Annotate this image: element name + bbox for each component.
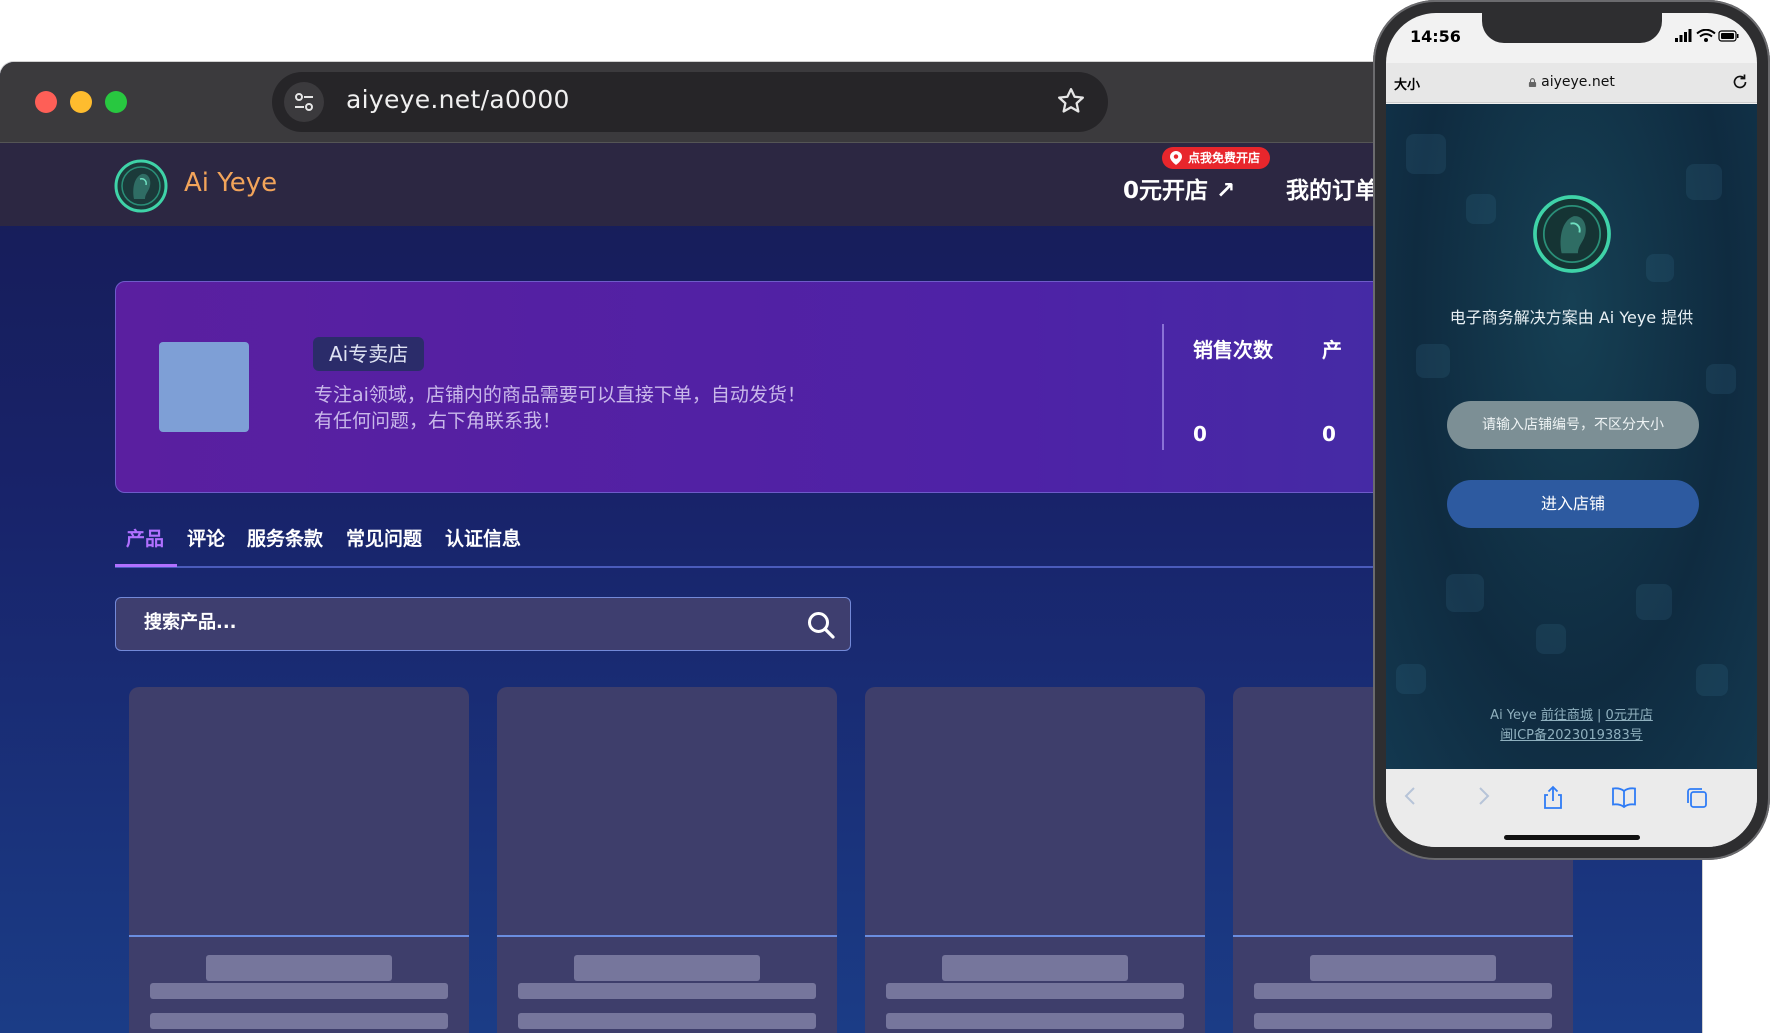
free-open-shop-badge[interactable]: 点我免费开店 <box>1162 147 1271 169</box>
product-text-skeleton <box>518 983 816 999</box>
site-settings-icon[interactable] <box>284 82 324 122</box>
back-chevron-icon[interactable] <box>1400 785 1422 811</box>
sales-count-label: 销售次数 <box>1193 338 1273 362</box>
background-tile <box>1396 664 1426 694</box>
product-text-skeleton <box>1254 1013 1552 1029</box>
background-tile <box>1536 624 1566 654</box>
forward-chevron-icon[interactable] <box>1472 785 1494 811</box>
address-bar[interactable]: aiyeye.net/a0000 <box>272 72 1108 132</box>
tab-terms[interactable]: 服务条款 <box>247 524 323 551</box>
phone-screen: 14:56 大小 aiyeye.net 电子商务解决方案由 Ai Yeye 提供… <box>1386 13 1757 847</box>
product-text-skeleton <box>150 1013 448 1029</box>
free-open-shop-badge-label: 点我免费开店 <box>1188 151 1261 165</box>
mobile-browser-toolbar <box>1386 769 1757 847</box>
sales-count-value: 0 <box>1193 422 1207 446</box>
background-tile <box>1686 164 1722 200</box>
product-text-skeleton <box>150 983 448 999</box>
product-search-input[interactable] <box>144 612 744 633</box>
bookmark-star-icon[interactable] <box>1056 86 1086 120</box>
provider-text: 电子商务解决方案由 Ai Yeye 提供 <box>1449 308 1694 327</box>
my-orders-link[interactable]: 我的订单 <box>1286 171 1378 205</box>
open-shop-link[interactable]: 0元开店 ↗ <box>1123 171 1235 205</box>
minimize-window-button[interactable] <box>70 91 92 113</box>
tab-products[interactable]: 产品 <box>126 524 164 551</box>
phone-mockup: 14:56 大小 aiyeye.net 电子商务解决方案由 Ai Yeye 提供… <box>1373 0 1770 860</box>
product-title-skeleton <box>206 955 392 981</box>
product-image-placeholder <box>129 687 469 937</box>
background-tile <box>1466 194 1496 224</box>
product-search-box <box>115 597 851 651</box>
icp-record-link[interactable]: 闽ICP备2023019383号 <box>1500 728 1642 743</box>
brand-logo-icon[interactable] <box>114 159 168 213</box>
product-title-skeleton <box>1310 955 1496 981</box>
share-icon[interactable] <box>1540 785 1566 815</box>
background-tile <box>1696 664 1728 696</box>
mobile-address-bar[interactable]: 大小 aiyeye.net <box>1386 63 1757 103</box>
product-image-placeholder <box>865 687 1205 937</box>
go-to-mall-link[interactable]: 前往商城 <box>1541 708 1593 723</box>
products-count-value: 0 <box>1322 422 1336 446</box>
product-card-placeholder[interactable] <box>497 687 837 1033</box>
background-tile <box>1646 254 1674 282</box>
cellular-signal-icon <box>1675 29 1692 42</box>
close-window-button[interactable] <box>35 91 57 113</box>
shop-description: 专注ai领域，店铺内的商品需要可以直接下单，自动发货！ 有任何问题，右下角联系我… <box>314 382 954 434</box>
open-shop-free-link[interactable]: 0元开店 <box>1606 708 1653 723</box>
product-card-placeholder[interactable] <box>865 687 1205 1033</box>
home-indicator[interactable] <box>1504 835 1640 840</box>
maximize-window-button[interactable] <box>105 91 127 113</box>
product-image-placeholder <box>497 687 837 937</box>
bookmarks-book-icon[interactable] <box>1610 785 1638 815</box>
product-card-placeholder[interactable] <box>129 687 469 1033</box>
wifi-icon <box>1696 28 1716 42</box>
tabs-overview-icon[interactable] <box>1684 785 1710 815</box>
mobile-url[interactable]: aiyeye.net <box>1386 74 1757 90</box>
active-tab-indicator <box>115 564 177 567</box>
search-icon[interactable] <box>806 610 836 644</box>
status-bar-time: 14:56 <box>1410 27 1461 46</box>
shop-code-input[interactable] <box>1447 401 1699 449</box>
background-tile <box>1406 134 1446 174</box>
mobile-brand-logo-icon <box>1532 194 1612 274</box>
mobile-footer-links: Ai Yeye 前往商城 | 0元开店 <box>1386 704 1757 723</box>
shop-avatar <box>159 342 249 432</box>
footer-brand: Ai Yeye <box>1490 708 1537 723</box>
address-bar-url[interactable]: aiyeye.net/a0000 <box>346 85 570 114</box>
background-tile <box>1636 584 1672 620</box>
background-tile <box>1416 344 1450 378</box>
shop-description-line: 有任何问题，右下角联系我！ <box>314 410 562 432</box>
enter-shop-button[interactable]: 进入店铺 <box>1447 480 1699 528</box>
brand-name[interactable]: Ai Yeye <box>184 168 277 198</box>
reload-icon[interactable] <box>1731 73 1749 95</box>
status-bar-icons <box>1675 28 1739 47</box>
product-text-skeleton <box>886 1013 1184 1029</box>
shop-name-tag: Ai专卖店 <box>313 337 425 371</box>
shop-description-line: 专注ai领域，店铺内的商品需要可以直接下单，自动发货！ <box>314 384 806 406</box>
mobile-landing-page: 电子商务解决方案由 Ai Yeye 提供 进入店铺 Ai Yeye 前往商城 |… <box>1386 104 1757 769</box>
tab-certification[interactable]: 认证信息 <box>445 524 521 551</box>
product-title-skeleton <box>942 955 1128 981</box>
stats-divider <box>1162 324 1164 450</box>
product-text-skeleton <box>886 983 1184 999</box>
tab-faq[interactable]: 常见问题 <box>346 524 422 551</box>
tab-reviews[interactable]: 评论 <box>187 524 225 551</box>
mobile-url-text: aiyeye.net <box>1541 74 1615 90</box>
lock-icon <box>1529 77 1537 87</box>
product-title-skeleton <box>574 955 760 981</box>
location-pin-icon <box>1170 151 1182 165</box>
footer-separator: | <box>1597 708 1602 723</box>
background-tile <box>1446 574 1484 612</box>
stage: aiyeye.net/a0000 Ai Yeye 0元开店 ↗ 点我免费开店 我… <box>0 0 1770 1033</box>
battery-icon <box>1718 30 1739 42</box>
icp-record: 闽ICP备2023019383号 <box>1386 724 1757 743</box>
background-tile <box>1706 364 1736 394</box>
product-text-skeleton <box>1254 983 1552 999</box>
products-count-label: 产 <box>1322 338 1342 362</box>
phone-notch <box>1482 13 1662 43</box>
product-text-skeleton <box>518 1013 816 1029</box>
